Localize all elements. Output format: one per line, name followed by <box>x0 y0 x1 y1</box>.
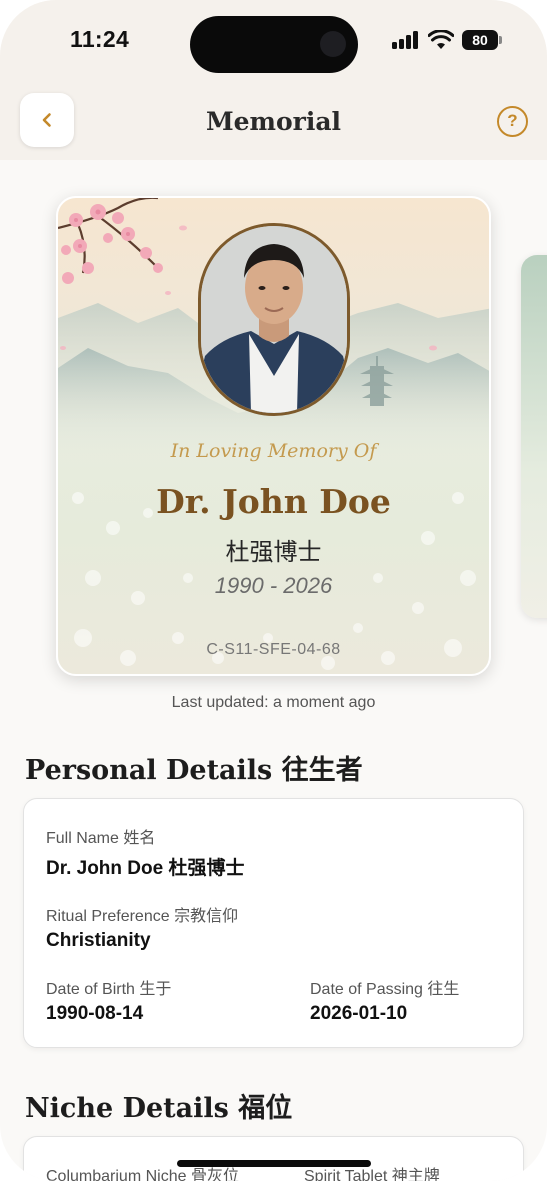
status-time: 11:24 <box>70 26 130 52</box>
battery-nub <box>499 36 502 44</box>
question-circle-icon: ? <box>507 111 518 130</box>
last-updated-text: Last updated: a moment ago <box>171 694 376 711</box>
date-of-passing-label: Date of Passing 往生 <box>310 981 460 998</box>
battery-level: 80 <box>472 32 488 48</box>
help-button[interactable]: ? <box>497 106 528 137</box>
camera-icon <box>320 31 346 57</box>
niche-code: C-S11-SFE-04-68 <box>206 641 341 658</box>
niche-details-panel: Columbarium Niche 骨灰位 Spirit Tablet 神主牌 <box>23 1136 524 1181</box>
battery-icon: 80 <box>462 30 498 50</box>
deceased-name-cn: 杜强博士 <box>225 538 322 566</box>
app-header: Memorial ? <box>0 80 547 160</box>
full-name-value: Dr. John Doe 杜强博士 <box>46 858 245 879</box>
deceased-name-en: Dr. John Doe <box>156 482 391 521</box>
cellular-signal-icon <box>392 31 420 49</box>
date-of-birth-label: Date of Birth 生于 <box>46 981 172 998</box>
dynamic-island <box>190 16 358 73</box>
status-bar: 11:24 80 <box>0 0 547 80</box>
in-loving-memory-text: In Loving Memory Of <box>170 440 377 462</box>
ritual-preference-label: Ritual Preference 宗教信仰 <box>46 908 239 925</box>
personal-details-panel: Full Name 姓名 Dr. John Doe 杜强博士 Ritual Pr… <box>23 798 524 1048</box>
page-title: Memorial <box>205 107 342 136</box>
wifi-icon <box>428 30 454 49</box>
date-of-passing-value: 2026-01-10 <box>310 1003 408 1024</box>
full-name-label: Full Name 姓名 <box>46 830 156 847</box>
phone-screen: 11:24 80 Memorial ? In Loving Memory Of … <box>0 0 547 1181</box>
personal-details-heading: Personal Details 往生者 <box>25 755 363 786</box>
portrait-photo <box>198 223 350 416</box>
next-memorial-card-peek[interactable] <box>521 255 547 618</box>
niche-details-heading: Niche Details 福位 <box>25 1093 293 1124</box>
date-of-birth-value: 1990-08-14 <box>46 1003 144 1024</box>
life-years: 1990 - 2026 <box>214 573 333 598</box>
ritual-preference-value: Christianity <box>46 930 151 951</box>
person-portrait <box>201 226 347 413</box>
home-indicator[interactable] <box>177 1160 371 1167</box>
memorial-card[interactable]: In Loving Memory Of Dr. John Doe 杜强博士 19… <box>56 196 491 676</box>
